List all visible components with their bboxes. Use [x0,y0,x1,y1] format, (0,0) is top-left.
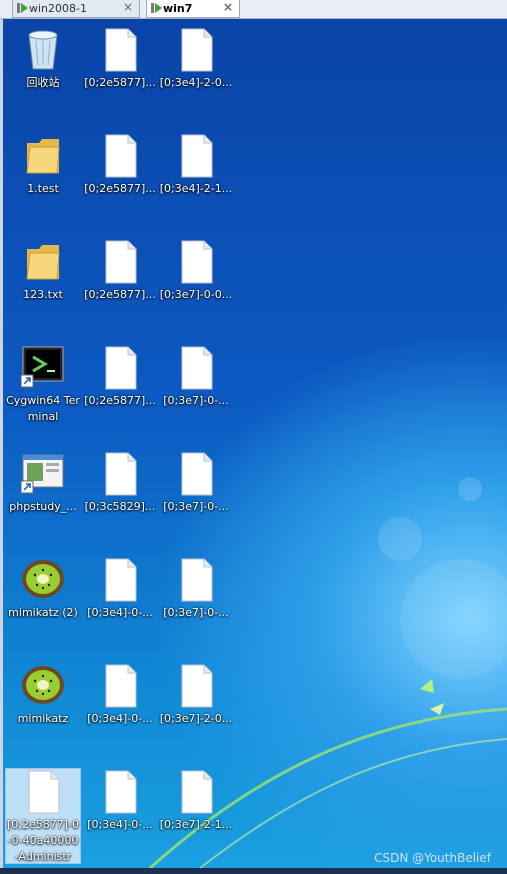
desktop-icon[interactable]: [0;3e7]-0-... [158,557,234,621]
recycle-bin-icon [21,27,65,73]
file-icon [21,769,65,815]
desktop-icon-label: [0;3e7]-0-... [163,394,229,407]
desktop-icon[interactable]: [0;3e4]-0-... [82,557,158,621]
desktop-icon-label: [0;3e4]-0-... [87,606,153,619]
folder-icon [21,239,65,285]
desktop-icon-label: [0;2e5877]... [84,182,156,195]
phpstudy-icon [20,451,65,497]
desktop-icon-label: [0;3c5829]... [84,500,156,513]
file-icon [98,557,142,603]
desktop-icon[interactable]: [0;2e5877]... [82,27,158,91]
desktop-icon-label: Cygwin64 Terminal [6,394,80,423]
desktop-icon[interactable]: [0;3e7]-2-1... [158,769,234,833]
desktop-icon[interactable]: [0;3e4]-2-0... [158,27,234,91]
file-icon [174,769,218,815]
desktop-icon[interactable]: phpstudy_... [5,451,81,515]
file-icon [98,769,142,815]
tab-bar: win2008-1 × win7 × [0,0,507,19]
desktop-icon-label: [0;3e7]-0-0... [159,288,233,301]
desktop-icon[interactable]: [0;3e7]-2-0... [158,663,234,727]
desktop-icon[interactable]: mimikatz [5,663,81,727]
file-icon [174,27,218,73]
vm-play-icon [151,3,162,13]
close-icon[interactable]: × [123,0,133,14]
desktop-icon[interactable]: [0;3e4]-0-... [82,769,158,833]
tab-label: win7 [163,2,193,15]
tab-label: win2008-1 [29,2,87,15]
file-icon [98,133,142,179]
file-icon [174,663,218,709]
taskbar[interactable] [0,868,507,874]
desktop-icon[interactable]: [0;3c5829]... [82,451,158,515]
desktop-icon[interactable]: mimikatz (2) [5,557,81,621]
desktop-icon-label: mimikatz (2) [8,606,78,619]
desktop-icon[interactable]: [0;3e4]-2-1... [158,133,234,197]
desktop-icon-label: [0;3e4]-0-... [87,818,153,831]
tab-win2008-1[interactable]: win2008-1 × [12,0,140,18]
desktop-icon-label: [0;3e4]-0-... [87,712,153,725]
desktop-icon-label: [0;2e5877]... [84,76,156,89]
desktop-icon[interactable]: [0;2e5877]... [82,239,158,303]
vm-frame-edge [0,19,3,868]
desktop-icon-label: [0;3e4]-2-0... [159,76,233,89]
desktop-icon-label: 123.txt [23,288,63,301]
kiwi-icon [21,557,65,603]
desktop-icon-label: phpstudy_... [9,500,77,513]
desktop-icon[interactable]: 回收站 [5,27,81,91]
kiwi-icon [21,663,65,709]
cygwin-terminal-icon [20,345,65,391]
watermark: CSDN @YouthBelief [374,851,491,865]
desktop-icon[interactable]: [0;3e4]-0-... [82,663,158,727]
desktop-icon[interactable]: [0;3e7]-0-... [158,345,234,409]
file-icon [98,345,142,391]
desktop-icon-label: [0;3e7]-2-0... [159,712,233,725]
desktop-icon-label: [0;3e4]-2-1... [159,182,233,195]
desktop-icon-label: 1.test [27,182,59,195]
desktop-icon[interactable]: [0;2e5877]... [82,345,158,409]
tab-win7[interactable]: win7 × [146,0,240,18]
desktop-icon[interactable]: 1.test [5,133,81,197]
desktop-icon-label: mimikatz [17,712,69,725]
desktop-icon-label: [0;3e7]-0-... [163,500,229,513]
file-icon [98,451,142,497]
desktop-icon[interactable]: [0;2e5877]... [82,133,158,197]
desktop-icon-label: [0;3e7]-2-1... [159,818,233,831]
file-icon [174,133,218,179]
desktop-icon-label: [0;3e7]-0-... [163,606,229,619]
desktop-icon[interactable]: [0;3e7]-0-... [158,451,234,515]
file-icon [98,239,142,285]
desktop-icon[interactable]: [0;2e5877]-0-0-40a40000-Administr [5,768,81,864]
desktop-icon-label: 回收站 [26,76,60,89]
desktop-icon-label: [0;2e5877]... [84,394,156,407]
file-icon [174,451,218,497]
desktop-icon-label: [0;2e5877]... [84,288,156,301]
file-icon [98,27,142,73]
vm-play-icon [17,3,28,13]
file-icon [98,663,142,709]
file-icon [174,345,218,391]
file-icon [174,239,218,285]
close-icon[interactable]: × [223,0,233,14]
desktop-icon-label: [0;2e5877]-0-0-40a40000-Administr [6,818,79,863]
desktop-icon[interactable]: [0;3e7]-0-0... [158,239,234,303]
desktop-icon[interactable]: 123.txt [5,239,81,303]
desktop-icon[interactable]: Cygwin64 Terminal [5,345,81,425]
file-icon [174,557,218,603]
folder-icon [21,133,65,179]
